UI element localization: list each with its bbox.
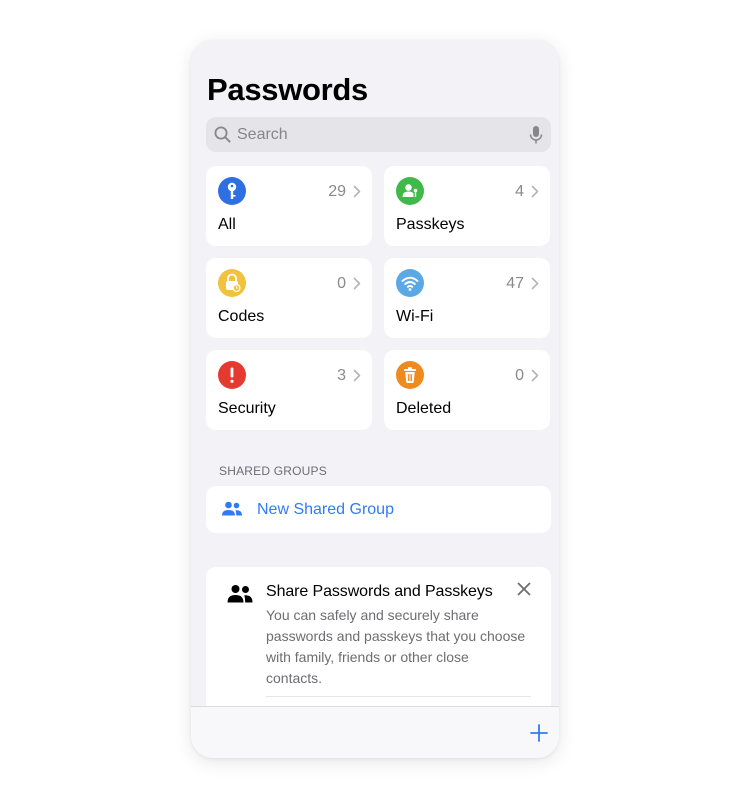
category-count: 47: [506, 275, 524, 292]
category-label: Wi-Fi: [396, 308, 434, 325]
category-tile-deleted[interactable]: 0 Deleted: [384, 350, 550, 430]
search-field[interactable]: Search: [206, 117, 551, 152]
category-count: 4: [515, 183, 524, 200]
share-card-title: Share Passwords and Passkeys: [266, 583, 493, 600]
wifi-icon: [396, 269, 424, 297]
chevron-right-icon: [353, 369, 361, 382]
search-icon: [214, 126, 231, 143]
share-card-body: You can safely and securely share passwo…: [266, 607, 526, 686]
microphone-icon[interactable]: [529, 125, 543, 145]
page-title: Passwords: [207, 72, 368, 107]
bottom-toolbar: [191, 706, 559, 758]
category-count: 3: [337, 367, 346, 384]
category-label: Passkeys: [396, 216, 465, 233]
category-tile-security[interactable]: 3 Security: [206, 350, 372, 430]
category-count: 0: [337, 275, 346, 292]
exclamation-icon: [218, 361, 246, 389]
shared-groups-header: SHARED GROUPS: [219, 464, 327, 478]
category-label: All: [218, 216, 236, 233]
key-icon: [218, 177, 246, 205]
divider: [266, 696, 531, 697]
category-count: 0: [515, 367, 524, 384]
trash-icon: [396, 361, 424, 389]
person-key-icon: [396, 177, 424, 205]
new-shared-group-label: New Shared Group: [257, 501, 394, 518]
category-label: Security: [218, 400, 276, 417]
category-tile-passkeys[interactable]: 4 Passkeys: [384, 166, 550, 246]
chevron-right-icon: [531, 369, 539, 382]
category-tile-codes[interactable]: 0 Codes: [206, 258, 372, 338]
app-window: Passwords Search 29 All 4 Passkeys 0 Cod…: [191, 40, 559, 758]
chevron-right-icon: [353, 185, 361, 198]
chevron-right-icon: [531, 277, 539, 290]
lock-clock-icon: [218, 269, 246, 297]
category-count: 29: [328, 183, 346, 200]
plus-icon[interactable]: [530, 724, 548, 742]
chevron-right-icon: [531, 185, 539, 198]
new-shared-group-button[interactable]: New Shared Group: [206, 486, 551, 533]
category-tile-wifi[interactable]: 47 Wi-Fi: [384, 258, 550, 338]
chevron-right-icon: [353, 277, 361, 290]
category-label: Deleted: [396, 400, 452, 417]
category-tile-all[interactable]: 29 All: [206, 166, 372, 246]
search-placeholder: Search: [237, 126, 288, 143]
close-icon[interactable]: [517, 582, 531, 596]
category-label: Codes: [218, 308, 265, 325]
people-icon: [227, 585, 253, 603]
people-icon: [222, 501, 242, 516]
